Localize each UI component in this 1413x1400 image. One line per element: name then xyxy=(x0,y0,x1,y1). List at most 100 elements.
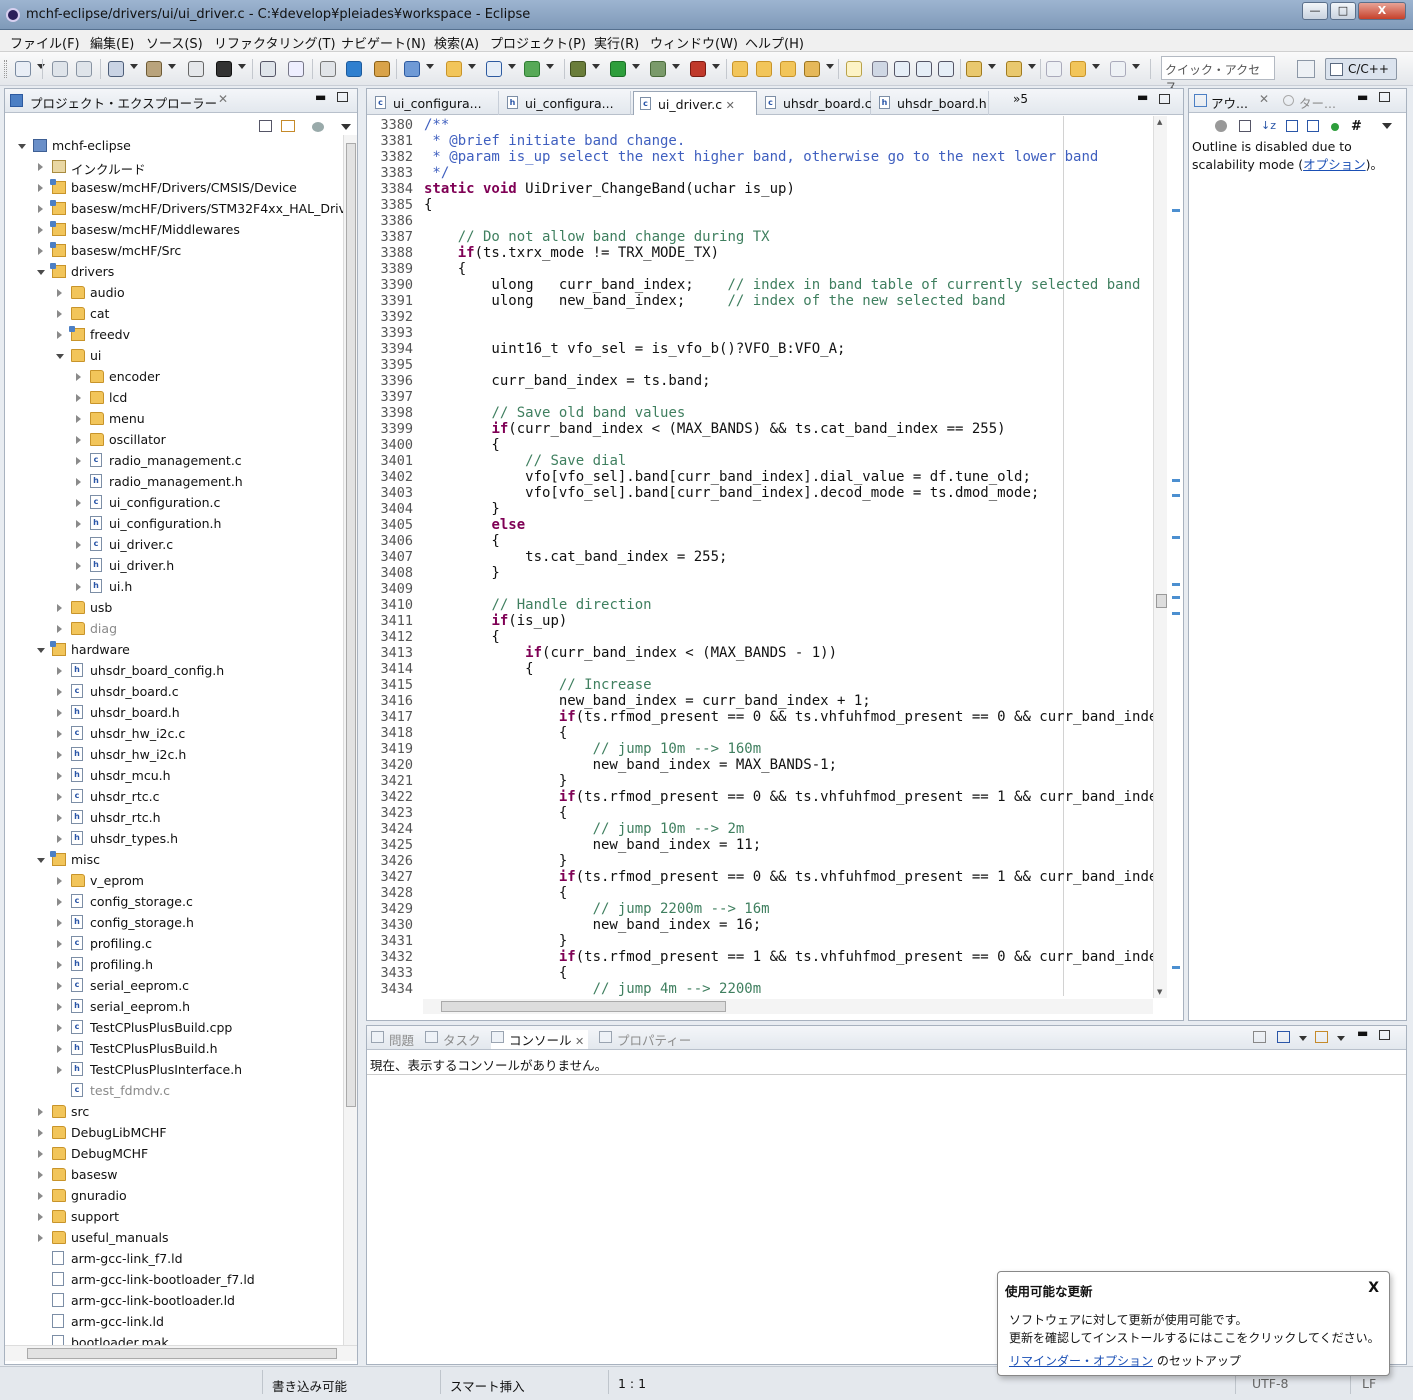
back-icon[interactable] xyxy=(1070,61,1086,77)
view-menu-icon[interactable] xyxy=(341,124,351,130)
build-config-icon[interactable] xyxy=(188,61,204,77)
tab-outline[interactable]: アウ... xyxy=(1211,93,1248,112)
editor-tab[interactable]: h ui_configura... xyxy=(501,91,631,115)
editor-minimize-icon[interactable]: ▬ xyxy=(1137,90,1148,104)
collapsed-arrow-icon[interactable] xyxy=(76,520,81,528)
new-cpp-project-icon[interactable] xyxy=(404,61,420,77)
editor-tab[interactable]: h uhsdr_board.h xyxy=(873,91,989,115)
collapsed-arrow-icon[interactable] xyxy=(57,1003,62,1011)
collapsed-arrow-icon[interactable] xyxy=(38,1213,43,1221)
ext-tools-dropdown-icon[interactable] xyxy=(712,64,720,69)
minimize-view-icon[interactable]: ▬ xyxy=(315,90,326,104)
collapsed-arrow-icon[interactable] xyxy=(38,226,43,234)
word-wrap-icon[interactable] xyxy=(916,61,932,77)
new-dropdown-icon[interactable] xyxy=(37,64,45,69)
outline-maximize-icon[interactable] xyxy=(1379,92,1390,102)
scroll-down-arrow-icon[interactable]: ▼ xyxy=(1157,988,1162,996)
debug-config-icon[interactable] xyxy=(108,61,124,77)
collapsed-arrow-icon[interactable] xyxy=(38,1234,43,1242)
console-tab[interactable]: プロパティー xyxy=(599,1030,691,1049)
collapsed-arrow-icon[interactable] xyxy=(38,184,43,192)
menu-item-7[interactable]: 実行(R) xyxy=(594,33,639,52)
editor-maximize-icon[interactable] xyxy=(1159,94,1170,104)
collapsed-arrow-icon[interactable] xyxy=(76,415,81,423)
collapsed-arrow-icon[interactable] xyxy=(57,730,62,738)
collapsed-arrow-icon[interactable] xyxy=(57,1024,62,1032)
popup-close-button[interactable]: X xyxy=(1368,1280,1379,1296)
perspective-cpp-button[interactable]: C/C++ xyxy=(1325,58,1397,80)
new-icon[interactable] xyxy=(15,61,31,77)
expanded-arrow-icon[interactable] xyxy=(37,270,45,275)
collapsed-arrow-icon[interactable] xyxy=(57,940,62,948)
collapsed-arrow-icon[interactable] xyxy=(76,436,81,444)
open-console-icon[interactable] xyxy=(1315,1031,1328,1043)
overview-marker[interactable] xyxy=(1172,209,1180,212)
ext-tools-icon[interactable] xyxy=(690,61,706,77)
prev-edit-dropdown-icon[interactable] xyxy=(1028,64,1036,69)
collapsed-arrow-icon[interactable] xyxy=(57,1066,62,1074)
overview-marker[interactable] xyxy=(1172,596,1180,599)
collapsed-arrow-icon[interactable] xyxy=(57,709,62,717)
collapse-all-icon[interactable] xyxy=(259,120,272,132)
close-window-button[interactable]: X xyxy=(1358,2,1406,20)
save-all-icon[interactable] xyxy=(76,61,92,77)
marker-icon[interactable] xyxy=(872,61,888,77)
new-folder-dropdown-icon[interactable] xyxy=(468,64,476,69)
menu-item-0[interactable]: ファイル(F) xyxy=(10,33,80,52)
new-class-icon[interactable] xyxy=(486,61,502,77)
refresh-icon[interactable] xyxy=(320,61,336,77)
collapsed-arrow-icon[interactable] xyxy=(38,1108,43,1116)
menu-item-1[interactable]: 編集(E) xyxy=(90,33,134,52)
open-console-dropdown-icon[interactable] xyxy=(1337,1036,1345,1041)
hide-static-icon[interactable] xyxy=(1307,120,1319,132)
collapsed-arrow-icon[interactable] xyxy=(57,835,62,843)
pin-console-icon[interactable] xyxy=(1253,1031,1266,1043)
close-editor-tab-icon[interactable]: ✕ xyxy=(722,99,735,112)
open-perspective-icon[interactable] xyxy=(1297,60,1315,78)
menu-item-2[interactable]: ソース(S) xyxy=(146,33,203,52)
outline-sync-icon[interactable] xyxy=(1215,120,1227,132)
new-class-dropdown-icon[interactable] xyxy=(508,64,516,69)
collapsed-arrow-icon[interactable] xyxy=(38,163,43,171)
new-folder-icon[interactable] xyxy=(446,61,462,77)
settings-icon[interactable] xyxy=(346,61,362,77)
outline-sort-icon[interactable]: ↓z xyxy=(1261,119,1276,132)
bug-dropdown-icon[interactable] xyxy=(592,64,600,69)
overview-marker[interactable] xyxy=(1172,479,1180,482)
overview-ruler[interactable] xyxy=(1169,116,1183,996)
run-ext-icon[interactable] xyxy=(650,61,666,77)
profile-dropdown-icon[interactable] xyxy=(238,64,246,69)
view-filter-icon[interactable] xyxy=(312,122,324,132)
collapsed-arrow-icon[interactable] xyxy=(57,877,62,885)
collapsed-arrow-icon[interactable] xyxy=(57,919,62,927)
forward-dropdown-icon[interactable] xyxy=(1132,64,1140,69)
explorer-horizontal-scrollbar[interactable] xyxy=(5,1345,357,1361)
menu-item-6[interactable]: プロジェクト(P) xyxy=(490,33,586,52)
profile-icon[interactable] xyxy=(216,61,232,77)
highlight-icon[interactable] xyxy=(846,61,862,77)
collapsed-arrow-icon[interactable] xyxy=(57,961,62,969)
next-edit-dropdown-icon[interactable] xyxy=(988,64,996,69)
collapsed-arrow-icon[interactable] xyxy=(38,247,43,255)
collapsed-arrow-icon[interactable] xyxy=(57,772,62,780)
pen-dropdown-icon[interactable] xyxy=(826,64,834,69)
build-icon[interactable] xyxy=(146,61,162,77)
quick-access-input[interactable]: クイック・アクセス xyxy=(1161,56,1275,94)
collapsed-arrow-icon[interactable] xyxy=(76,541,81,549)
search-icon[interactable] xyxy=(260,61,276,77)
close-outline-icon[interactable]: ✕ xyxy=(1259,92,1269,106)
menu-item-9[interactable]: ヘルプ(H) xyxy=(745,33,804,52)
collapsed-arrow-icon[interactable] xyxy=(57,289,62,297)
save-icon[interactable] xyxy=(52,61,68,77)
collapsed-arrow-icon[interactable] xyxy=(38,1129,43,1137)
editor-horizontal-scrollbar[interactable] xyxy=(423,999,1153,1014)
run-ext-dropdown-icon[interactable] xyxy=(672,64,680,69)
toggle-mark-icon[interactable] xyxy=(288,61,304,77)
editor-tab[interactable]: c uhsdr_board.c xyxy=(759,91,872,115)
open-task-icon[interactable] xyxy=(780,61,796,77)
console-minimize-icon[interactable]: ▬ xyxy=(1357,1026,1368,1040)
collapsed-arrow-icon[interactable] xyxy=(38,1192,43,1200)
hide-fields-icon[interactable] xyxy=(1286,120,1298,132)
collapsed-arrow-icon[interactable] xyxy=(57,1045,62,1053)
overview-marker[interactable] xyxy=(1172,966,1180,969)
